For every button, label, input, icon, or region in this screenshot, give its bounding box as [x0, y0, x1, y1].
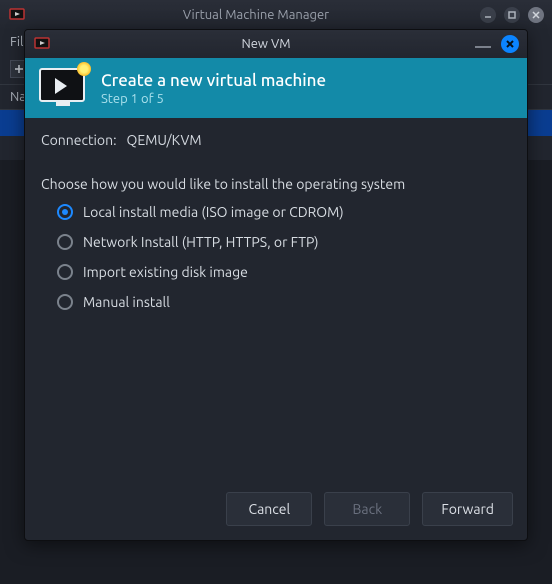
radio-icon [57, 264, 73, 280]
menu-file[interactable]: Fil [10, 35, 23, 49]
new-star-icon [77, 62, 91, 76]
banner-title: Create a new virtual machine [101, 71, 326, 90]
vm-monitor-icon [39, 68, 87, 108]
dialog-footer: Cancel Back Forward [25, 482, 527, 540]
dialog-close-button[interactable] [501, 35, 519, 53]
dialog-titlebar: New VM [25, 30, 527, 58]
dialog-app-icon [33, 35, 51, 53]
radio-icon [57, 294, 73, 310]
forward-button[interactable]: Forward [422, 492, 513, 526]
install-method-prompt: Choose how you would like to install the… [41, 176, 511, 192]
connection-row: Connection: QEMU/KVM [41, 132, 511, 148]
radio-option-local-media[interactable]: Local install media (ISO image or CDROM) [57, 204, 511, 220]
back-button[interactable]: Back [324, 492, 410, 526]
minimize-button[interactable] [480, 7, 496, 23]
radio-label: Local install media (ISO image or CDROM) [83, 204, 344, 220]
dialog-content: Connection: QEMU/KVM Choose how you woul… [25, 118, 527, 482]
dialog-minimize-button[interactable] [475, 46, 491, 48]
radio-icon [57, 234, 73, 250]
radio-option-network-install[interactable]: Network Install (HTTP, HTTPS, or FTP) [57, 234, 511, 250]
connection-label: Connection: [41, 132, 117, 148]
radio-label: Import existing disk image [83, 264, 248, 280]
radio-label: Manual install [83, 294, 170, 310]
install-method-radiogroup: Local install media (ISO image or CDROM)… [41, 204, 511, 310]
radio-label: Network Install (HTTP, HTTPS, or FTP) [83, 234, 319, 250]
wizard-banner: Create a new virtual machine Step 1 of 5 [25, 58, 527, 118]
main-window-title: Virtual Machine Manager [32, 8, 480, 22]
maximize-button[interactable] [504, 7, 520, 23]
close-button[interactable] [528, 7, 544, 23]
connection-value: QEMU/KVM [127, 132, 202, 148]
dialog-title: New VM [57, 37, 475, 51]
main-titlebar: Virtual Machine Manager [0, 0, 552, 30]
step-indicator: Step 1 of 5 [101, 92, 326, 106]
cancel-button[interactable]: Cancel [226, 492, 312, 526]
radio-option-import-disk[interactable]: Import existing disk image [57, 264, 511, 280]
radio-icon [57, 204, 73, 220]
main-window-controls [480, 7, 552, 23]
new-vm-dialog: New VM Create a new virtual machine Step… [24, 29, 528, 541]
radio-option-manual-install[interactable]: Manual install [57, 294, 511, 310]
app-icon [8, 6, 26, 24]
